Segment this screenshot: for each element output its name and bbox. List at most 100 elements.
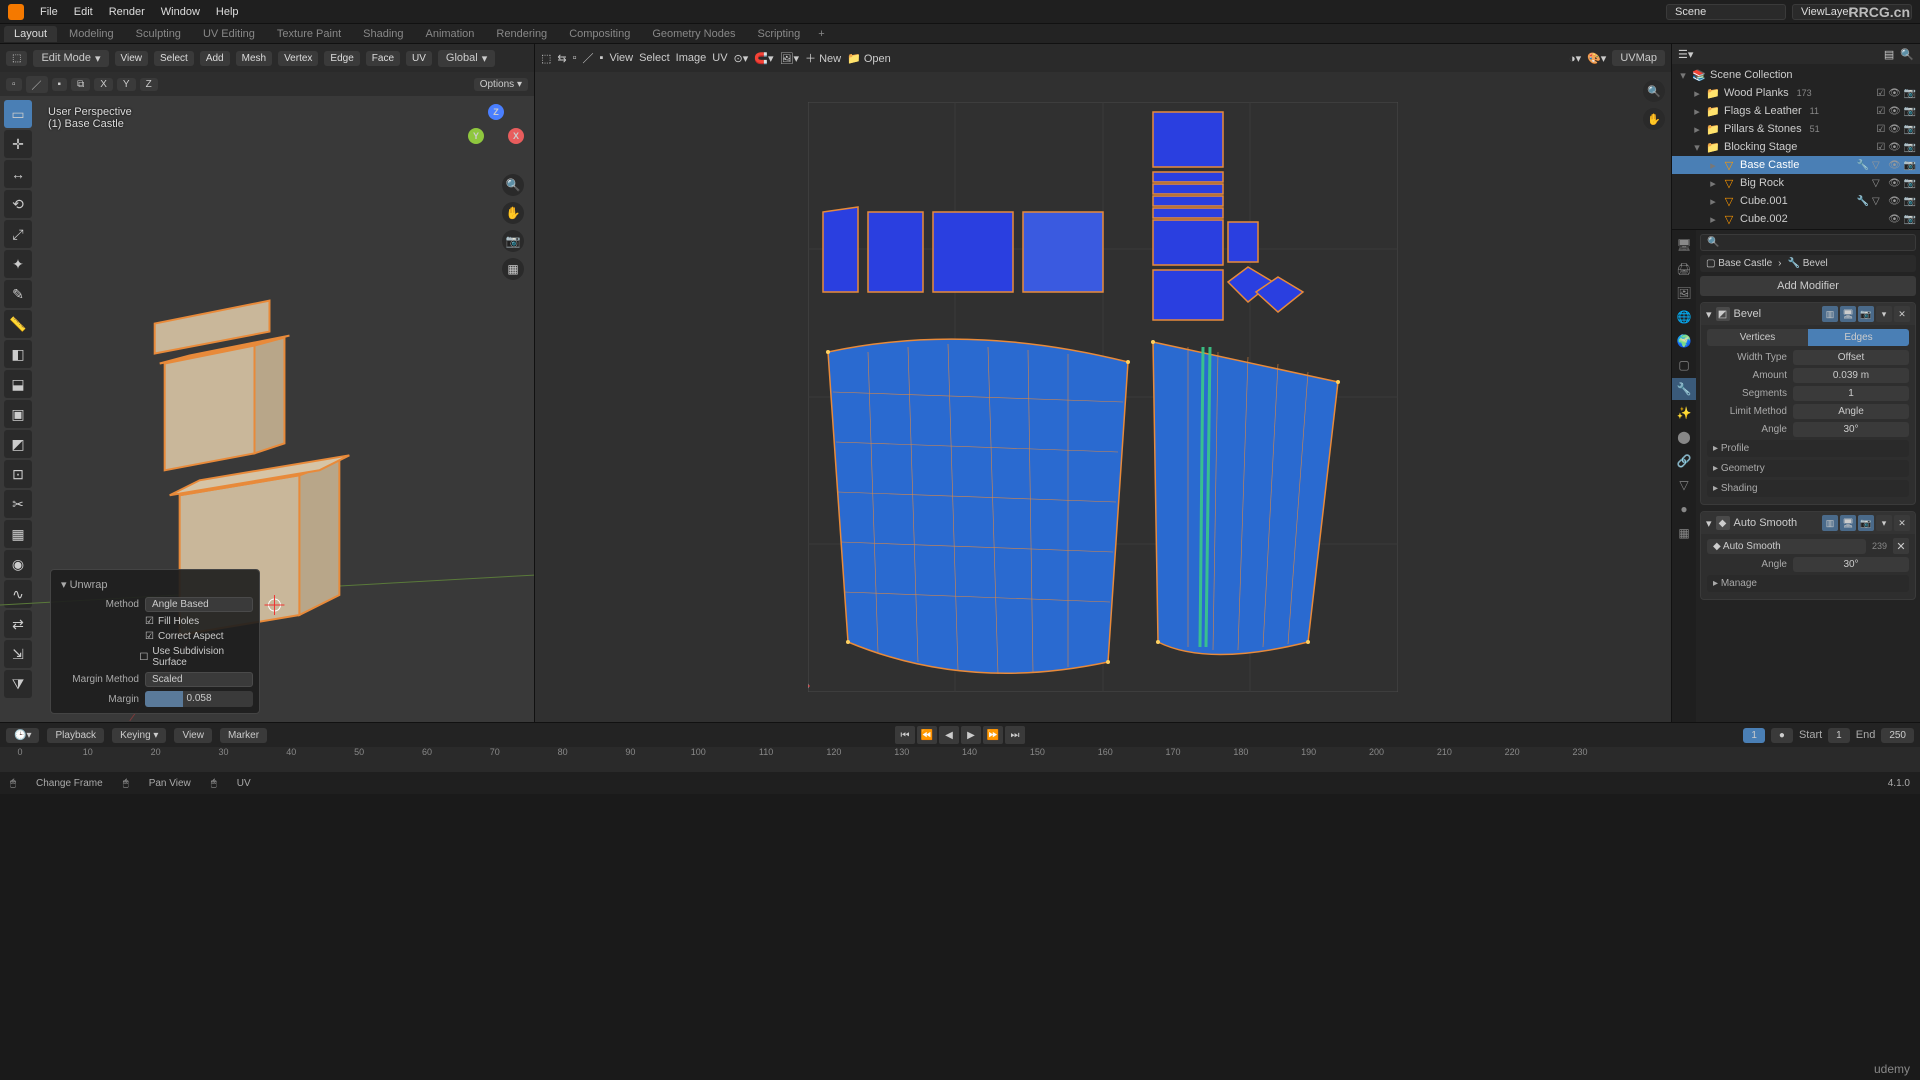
tool-measure[interactable]: 📏 — [4, 310, 32, 338]
bevel-expand-toggle[interactable]: ▾ — [1706, 308, 1712, 321]
bevel-toggle-realtime[interactable]: 🖥 — [1840, 306, 1856, 322]
tool-shrink[interactable]: ⇲ — [4, 640, 32, 668]
prop-tab-texture[interactable]: ▦ — [1672, 522, 1696, 544]
uv-image-icon[interactable]: 🖼▾ — [780, 52, 800, 65]
jump-start-button[interactable]: ⏮ — [895, 726, 915, 744]
uv-open-button[interactable]: 📁 Open — [847, 52, 891, 65]
uv-editor[interactable]: ⬚ ⇆ ▫ ／ ▪ View Select Image UV ⊙▾ 🧲▾ 🖼▾ … — [535, 44, 1672, 722]
prop-tab-particles[interactable]: ✨ — [1672, 402, 1696, 424]
tool-cursor[interactable]: ✛ — [4, 130, 32, 158]
autosmooth-angle[interactable]: 30° — [1793, 557, 1909, 572]
orientation-dropdown[interactable]: Global ▾ — [438, 50, 495, 67]
prop-tab-material[interactable]: ● — [1672, 498, 1696, 520]
uv-pan-icon[interactable]: ✋ — [1643, 108, 1665, 130]
outliner-search-icon[interactable]: 🔍 — [1900, 48, 1914, 61]
autosmooth-sub-manage[interactable]: ▸ Manage — [1707, 575, 1909, 592]
bevel-toggle-editmode[interactable]: ▥ — [1822, 306, 1838, 322]
play-button[interactable]: ▶ — [961, 726, 981, 744]
bevel-sub-shading[interactable]: ▸ Shading — [1707, 480, 1909, 497]
menu-mesh[interactable]: Mesh — [236, 51, 272, 66]
menu-edit[interactable]: Edit — [66, 6, 101, 18]
uv-snap-icon[interactable]: 🧲▾ — [754, 52, 773, 65]
zoom-icon[interactable]: 🔍 — [502, 174, 524, 196]
tab-scripting[interactable]: Scripting — [747, 26, 810, 42]
scene-field[interactable]: Scene — [1666, 4, 1786, 20]
autosmooth-toggle-editmode[interactable]: ▥ — [1822, 515, 1838, 531]
start-frame[interactable]: 1 — [1828, 728, 1850, 743]
uv-menu-view[interactable]: View — [609, 52, 633, 64]
properties-search[interactable]: 🔍 — [1700, 234, 1916, 251]
uv-face-icon[interactable]: ▪ — [600, 52, 604, 64]
axis-y[interactable]: Y — [117, 78, 136, 91]
select-mode-edge[interactable]: ／ — [26, 76, 48, 93]
outliner-collection[interactable]: ▸📁Wood Planks173☑ 👁 📷 — [1672, 84, 1920, 102]
autosmooth-toggle-realtime[interactable]: 🖥 — [1840, 515, 1856, 531]
bevel-close-icon[interactable]: ✕ — [1894, 306, 1910, 322]
timeline-keying[interactable]: Keying ▾ — [112, 728, 166, 743]
tool-add-cube[interactable]: ◧ — [4, 340, 32, 368]
tab-geometry-nodes[interactable]: Geometry Nodes — [642, 26, 745, 42]
editor-type-icon[interactable]: ⬚ — [6, 51, 27, 66]
tool-scale[interactable]: ⤢ — [4, 220, 32, 248]
outliner-object[interactable]: ▸▽Big Rock▽ 👁 📷 — [1672, 174, 1920, 192]
uv-overlay-icon[interactable]: ◑▾ — [1569, 52, 1581, 65]
menu-edge[interactable]: Edge — [324, 51, 359, 66]
timeline-type-icon[interactable]: 🕒▾ — [6, 728, 39, 743]
prop-tab-modifier[interactable]: 🔧 — [1672, 378, 1696, 400]
gizmo-z-icon[interactable]: Z — [488, 104, 504, 120]
menu-add[interactable]: Add — [200, 51, 230, 66]
outliner-collection[interactable]: ▸📁Pillars & Stones51☑ 👁 📷 — [1672, 120, 1920, 138]
menu-select[interactable]: Select — [154, 51, 194, 66]
select-mode-vertex[interactable]: ▫ — [6, 78, 22, 91]
tool-loopcut[interactable]: ⊡ — [4, 460, 32, 488]
tool-spin[interactable]: ◉ — [4, 550, 32, 578]
axis-x[interactable]: X — [94, 78, 113, 91]
bevel-angle[interactable]: 30° — [1793, 422, 1909, 437]
next-key-button[interactable]: ⏩ — [983, 726, 1003, 744]
mesh-filter-icon[interactable]: ⧉ — [71, 78, 90, 91]
uvmap-field[interactable]: UVMap — [1612, 50, 1665, 66]
uv-editor-type-icon[interactable]: ⬚ — [541, 52, 551, 65]
timeline-playback[interactable]: Playback — [47, 728, 104, 743]
timeline-marker[interactable]: Marker — [220, 728, 267, 743]
perspective-icon[interactable]: ▦ — [502, 258, 524, 280]
uv-pivot-icon[interactable]: ⊙▾ — [734, 52, 749, 65]
bevel-extra-toggle[interactable]: ▾ — [1876, 306, 1892, 322]
uv-menu-image[interactable]: Image — [676, 52, 707, 64]
tab-animation[interactable]: Animation — [416, 26, 485, 42]
bevel-sub-geometry[interactable]: ▸ Geometry — [1707, 460, 1909, 477]
gizmo-y-icon[interactable]: Y — [468, 128, 484, 144]
mode-dropdown[interactable]: Edit Mode ▾ — [33, 50, 108, 67]
bevel-segments[interactable]: 1 — [1793, 386, 1909, 401]
tool-move[interactable]: ↔ — [4, 160, 32, 188]
menu-render[interactable]: Render — [101, 6, 153, 18]
end-frame[interactable]: 250 — [1881, 728, 1914, 743]
prop-tab-output[interactable]: 🖨 — [1672, 258, 1696, 280]
uv-sync-icon[interactable]: ⇆ — [557, 52, 566, 65]
tab-layout[interactable]: Layout — [4, 26, 57, 42]
outliner-type-icon[interactable]: ☰▾ — [1678, 48, 1693, 61]
add-workspace-button[interactable]: + — [812, 26, 830, 42]
fill-holes-checkbox[interactable]: ☑ Fill Holes — [145, 616, 199, 627]
bevel-sub-profile[interactable]: ▸ Profile — [1707, 440, 1909, 457]
tool-extrude[interactable]: ⬓ — [4, 370, 32, 398]
tab-sculpting[interactable]: Sculpting — [126, 26, 191, 42]
tool-polybuild[interactable]: ▦ — [4, 520, 32, 548]
timeline-ruler[interactable]: 0102030405060708090100110120130140150160… — [0, 747, 1920, 772]
viewport-3d[interactable]: ⬚ Edit Mode ▾ View Select Add Mesh Verte… — [0, 44, 535, 722]
tool-transform[interactable]: ✦ — [4, 250, 32, 278]
menu-vertex[interactable]: Vertex — [278, 51, 318, 66]
outliner-collection[interactable]: ▸📁Flags & Leather11☑ 👁 📷 — [1672, 102, 1920, 120]
camera-icon[interactable]: 📷 — [502, 230, 524, 252]
bevel-affect-edges[interactable]: Edges — [1808, 329, 1909, 346]
tab-uv-editing[interactable]: UV Editing — [193, 26, 265, 42]
prop-tab-viewlayer[interactable]: 🖼 — [1672, 282, 1696, 304]
menu-view[interactable]: View — [115, 51, 149, 66]
tab-compositing[interactable]: Compositing — [559, 26, 640, 42]
uv-display-icon[interactable]: 🎨▾ — [1587, 52, 1606, 65]
menu-help[interactable]: Help — [208, 6, 247, 18]
tool-bevel[interactable]: ◩ — [4, 430, 32, 458]
tool-edge-slide[interactable]: ⇄ — [4, 610, 32, 638]
autosmooth-expand-toggle[interactable]: ▾ — [1706, 517, 1712, 530]
menu-face[interactable]: Face — [366, 51, 400, 66]
